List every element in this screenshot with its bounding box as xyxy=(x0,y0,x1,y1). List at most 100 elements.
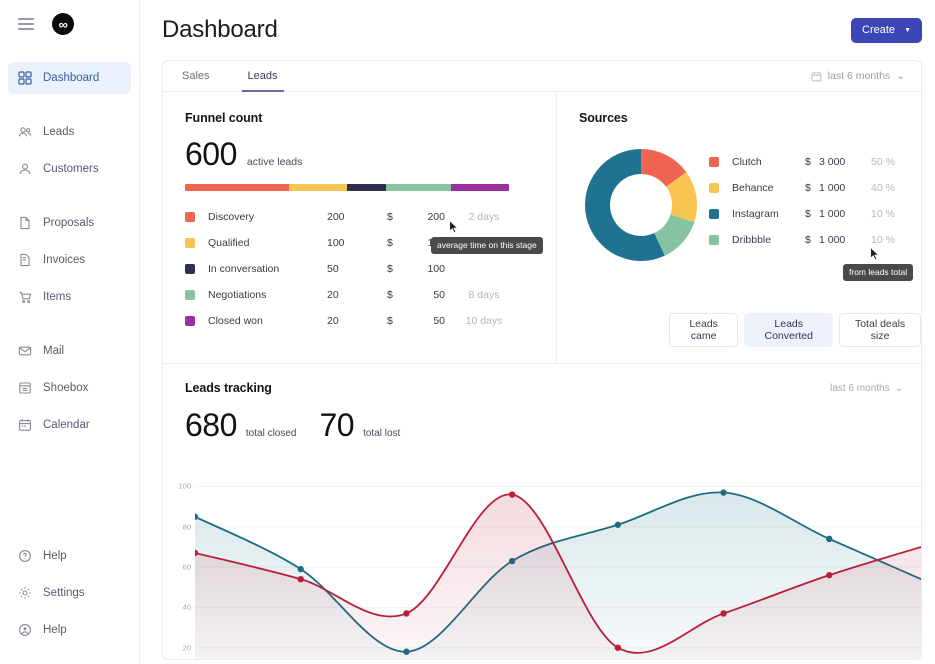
sidebar-item-account[interactable]: Help xyxy=(8,614,131,646)
sidebar-item-settings[interactable]: Settings xyxy=(8,577,131,609)
y-axis-tick-label: 80 xyxy=(167,522,191,531)
calendar-icon xyxy=(17,418,32,433)
y-axis-tick-label: 40 xyxy=(167,603,191,612)
color-swatch xyxy=(709,209,719,219)
sidebar-item-label: Dashboard xyxy=(43,72,99,84)
sidebar-item-invoices[interactable]: Invoices xyxy=(8,244,131,276)
funnel-stage-count: 20 xyxy=(327,289,387,301)
source-row[interactable]: Dribbble$1 00010 % xyxy=(709,227,921,253)
mouse-cursor xyxy=(449,220,460,234)
sources-segment-1[interactable]: Leads Converted xyxy=(744,313,833,347)
funnel-bar-segment xyxy=(289,184,347,191)
sidebar-item-dashboard[interactable]: Dashboard xyxy=(8,62,131,94)
funnel-stage-amount: 100 xyxy=(399,263,445,275)
sidebar-item-label: Customers xyxy=(43,163,99,175)
sources-donut-chart xyxy=(579,137,709,272)
sidebar-item-proposals[interactable]: Proposals xyxy=(8,207,131,239)
series-data-point[interactable] xyxy=(509,491,515,497)
series-data-point[interactable] xyxy=(298,576,304,582)
sidebar-group-tools: Mail Shoebox Calendar xyxy=(0,335,139,441)
series-data-point[interactable] xyxy=(720,489,726,495)
user-icon xyxy=(17,162,32,177)
source-percent: 10 % xyxy=(871,208,917,220)
sources-segment-0[interactable]: Leads came xyxy=(669,313,738,347)
funnel-stage-amount: 200 xyxy=(399,211,445,223)
sidebar-item-leads[interactable]: Leads xyxy=(8,116,131,148)
invoice-icon xyxy=(17,253,32,268)
color-swatch xyxy=(709,235,719,245)
series-data-point[interactable] xyxy=(826,572,832,578)
series-data-point[interactable] xyxy=(298,566,304,572)
series-data-point[interactable] xyxy=(826,536,832,542)
tab-leads[interactable]: Leads xyxy=(242,61,284,91)
tab-label: Sales xyxy=(182,70,210,82)
source-amount: 1 000 xyxy=(819,234,871,246)
y-axis-tick-label: 60 xyxy=(167,563,191,572)
total-closed-value: 680 xyxy=(185,409,237,441)
source-name: Dribbble xyxy=(719,234,805,246)
funnel-stage-list: Discovery200$2002 daysQualified100$1002 … xyxy=(185,204,556,334)
color-swatch xyxy=(185,212,195,222)
funnel-row[interactable]: Closed won20$5010 days xyxy=(185,308,556,334)
sidebar-item-help[interactable]: Help xyxy=(8,540,131,572)
calendar-icon xyxy=(811,71,822,82)
series-data-point[interactable] xyxy=(403,610,409,616)
source-row[interactable]: Behance$1 00040 % xyxy=(709,175,921,201)
funnel-row[interactable]: Discovery200$2002 days xyxy=(185,204,556,230)
sidebar-item-label: Help xyxy=(43,550,67,562)
sidebar-group-sales: Proposals Invoices Items xyxy=(0,207,139,313)
sources-segment-2[interactable]: Total deals size xyxy=(839,313,921,347)
create-button-label: Create xyxy=(862,24,895,36)
sidebar-item-mail[interactable]: Mail xyxy=(8,335,131,367)
funnel-stage-count: 100 xyxy=(327,237,387,249)
source-row[interactable]: Clutch$3 00050 % xyxy=(709,149,921,175)
chevron-down-icon: ⌄ xyxy=(896,70,905,82)
funnel-bar-segment xyxy=(451,184,509,191)
series-data-point[interactable] xyxy=(615,522,621,528)
currency-symbol: $ xyxy=(387,263,399,275)
funnel-stage-days: 8 days xyxy=(445,289,523,301)
leads-tracking-range-selector[interactable]: last 6 months ⌄ xyxy=(830,383,903,394)
chevron-down-icon: ⌄ xyxy=(895,383,903,394)
dashboard-panel: Sales Leads last 6 months ⌄ Funnel coun xyxy=(162,60,922,660)
series-data-point[interactable] xyxy=(615,644,621,650)
leads-tracking-header: Leads tracking xyxy=(185,381,921,395)
funnel-bar-segment xyxy=(185,184,289,191)
app-logo[interactable]: ∞ xyxy=(52,13,74,35)
color-swatch xyxy=(185,264,195,274)
leads-tracking-title: Leads tracking xyxy=(185,381,272,395)
funnel-stage-days: 10 days xyxy=(445,315,523,327)
mouse-cursor xyxy=(870,247,881,261)
color-swatch xyxy=(709,157,719,167)
sidebar-item-label: Shoebox xyxy=(43,382,88,394)
currency-symbol: $ xyxy=(805,182,819,194)
color-swatch xyxy=(185,290,195,300)
currency-symbol: $ xyxy=(387,211,399,223)
gear-icon xyxy=(17,586,32,601)
sidebar-group-bottom: Help Settings Help xyxy=(0,540,139,664)
sidebar-item-items[interactable]: Items xyxy=(8,281,131,313)
panel-tabs: Sales Leads last 6 months ⌄ xyxy=(163,61,921,92)
main-content: Dashboard Create ▼ Sales Leads las xyxy=(140,0,935,664)
create-button[interactable]: Create ▼ xyxy=(851,18,922,43)
date-range-selector[interactable]: last 6 months ⌄ xyxy=(811,61,907,91)
sidebar-spacer xyxy=(0,441,139,540)
funnel-row[interactable]: In conversation50$100 xyxy=(185,256,556,282)
series-data-point[interactable] xyxy=(720,610,726,616)
sidebar-item-shoebox[interactable]: Shoebox xyxy=(8,372,131,404)
funnel-row[interactable]: Negotiations20$508 days xyxy=(185,282,556,308)
leads-tracking-range-label: last 6 months xyxy=(830,383,889,394)
sidebar-item-customers[interactable]: Customers xyxy=(8,153,131,185)
source-name: Instagram xyxy=(719,208,805,220)
grid-icon xyxy=(17,71,32,86)
total-lost-value: 70 xyxy=(319,409,354,441)
hamburger-icon[interactable] xyxy=(18,18,34,30)
sidebar-item-calendar[interactable]: Calendar xyxy=(8,409,131,441)
source-row[interactable]: Instagram$1 00010 % xyxy=(709,201,921,227)
funnel-stage-name: Discovery xyxy=(195,211,327,223)
funnel-stage-amount: 50 xyxy=(399,289,445,301)
funnel-total-value: 600 xyxy=(185,138,237,170)
source-percent: 10 % xyxy=(871,234,917,246)
tab-sales[interactable]: Sales xyxy=(176,61,216,91)
color-swatch xyxy=(709,183,719,193)
